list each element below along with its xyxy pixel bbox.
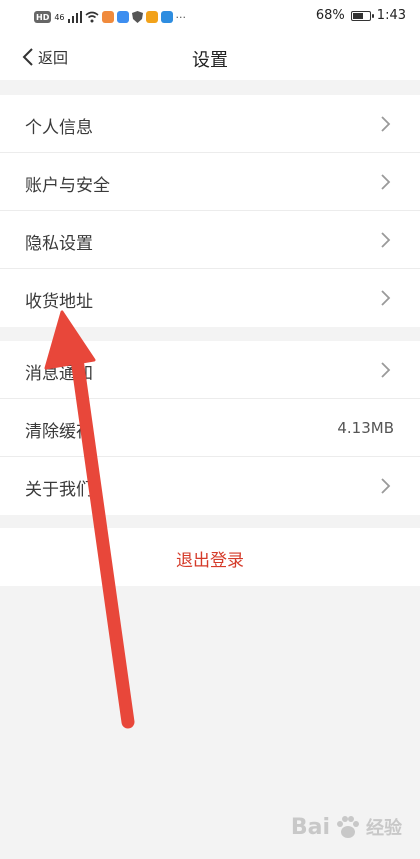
app-icon-orange [101,11,114,23]
network-type-label: 46 [54,12,65,22]
clock: 1:43 [376,8,406,23]
nav-header: 返回 设置 [0,34,420,80]
battery-percent: 68% [315,8,345,23]
settings-group-app: 消息通知 清除缓存 4.13MB 关于我们 [0,341,420,515]
settings-item-personal-info[interactable]: 个人信息 [0,95,420,153]
settings-item-notifications[interactable]: 消息通知 [0,341,420,399]
chevron-right-icon [381,290,391,306]
logout-label: 退出登录 [176,551,244,571]
settings-item-clear-cache[interactable]: 清除缓存 4.13MB [0,399,420,457]
bulb-app-icon [160,11,173,23]
cache-size-value: 4.13MB [337,419,394,437]
battery-fill [352,12,363,19]
signal-icon [67,11,82,23]
chevron-right-icon [381,232,391,248]
settings-item-label: 清除缓存 [25,422,93,442]
settings-item-label: 消息通知 [25,364,93,384]
chevron-right-icon [381,116,391,132]
settings-item-about-us[interactable]: 关于我们 [0,457,420,515]
settings-item-label: 账户与安全 [25,176,110,196]
settings-item-label: 收货地址 [25,292,93,312]
settings-item-privacy[interactable]: 隐私设置 [0,211,420,269]
settings-item-label: 隐私设置 [25,234,93,254]
chevron-right-icon [381,362,391,378]
hd-badge: HD [34,11,52,23]
settings-group-account: 个人信息 账户与安全 隐私设置 收货地址 [0,95,420,327]
battery-icon [350,10,374,21]
chevron-right-icon [381,174,391,190]
settings-item-label: 关于我们 [25,480,93,500]
status-bar: HD 46 ··· 68% 1:43 [0,0,420,34]
wifi-icon [85,11,99,23]
status-icons-right: 68% 1:43 [316,8,406,23]
watermark-tail: 经验 [366,818,402,839]
more-notifications-icon: ··· [175,10,187,24]
cloud-icon [116,11,129,23]
settings-item-shipping-address[interactable]: 收货地址 [0,269,420,327]
baidu-watermark: Bai 经验 [291,813,402,841]
status-icons-left: HD 46 ··· [34,9,186,25]
settings-item-account-security[interactable]: 账户与安全 [0,153,420,211]
page-title: 设置 [192,50,228,71]
settings-item-label: 个人信息 [25,118,93,138]
chevron-right-icon [381,478,391,494]
watermark-brand: Bai [290,814,330,840]
logout-button[interactable]: 退出登录 [0,528,420,586]
paw-icon [337,816,359,838]
shield-icon [131,11,143,23]
play-app-icon [145,11,158,23]
